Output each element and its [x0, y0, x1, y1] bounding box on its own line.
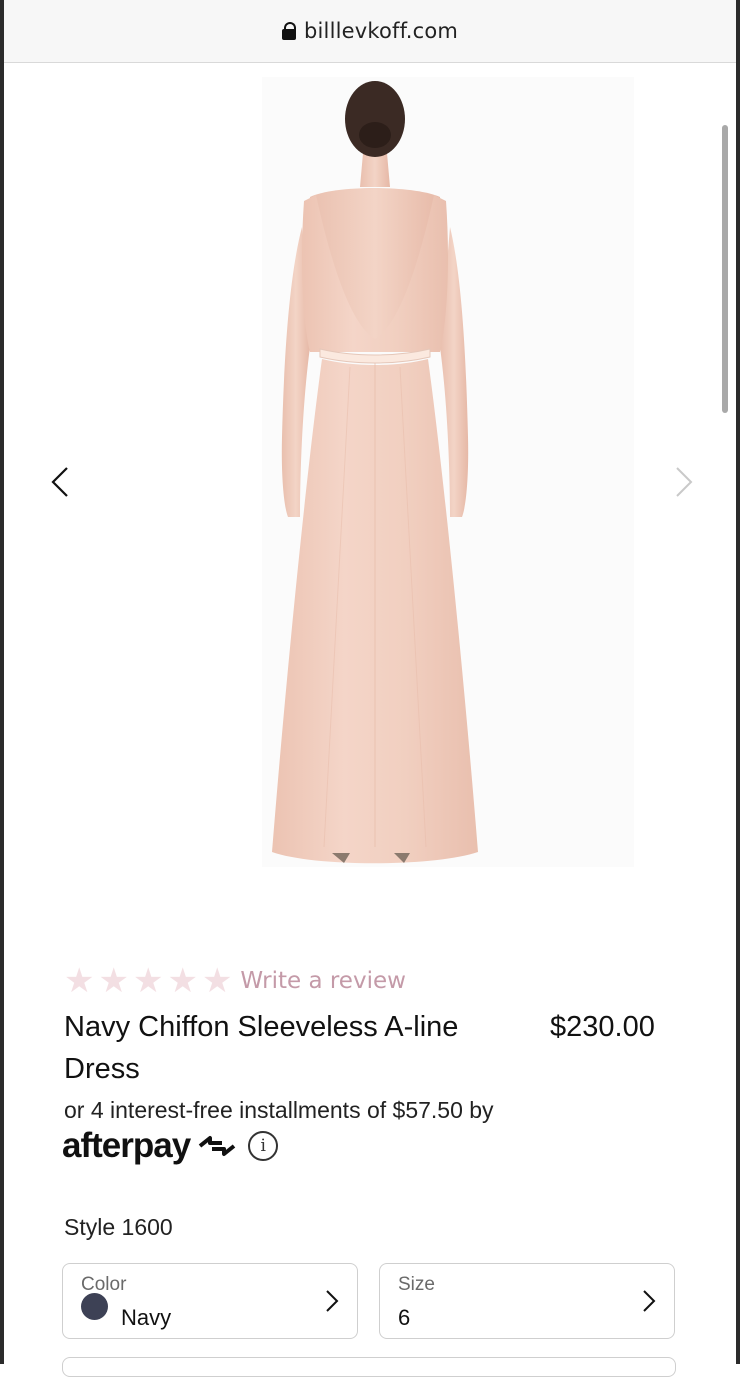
product-title: Navy Chiffon Sleeveless A-line Dress	[64, 1011, 459, 1085]
product-image-gallery	[4, 62, 736, 922]
address-bar[interactable]: billlevkoff.com	[4, 0, 736, 63]
device-frame-right	[736, 0, 740, 1364]
next-image-button[interactable]	[664, 462, 704, 502]
chevron-left-icon	[51, 467, 68, 497]
product-header: Navy Chiffon Sleeveless A-line Dress $23…	[64, 1006, 684, 1090]
star-icon: ★	[201, 961, 233, 1001]
color-label: Color	[81, 1274, 127, 1295]
product-image	[272, 81, 478, 864]
afterpay-logo: afterpay	[62, 1126, 191, 1165]
color-selector[interactable]: Color Navy	[62, 1263, 358, 1339]
star-icon: ★	[132, 961, 164, 1001]
rating-row: ★ ★ ★ ★ ★ Write a review	[64, 962, 406, 1000]
product-price: $230.00	[550, 1011, 655, 1043]
color-value: Navy	[121, 1305, 172, 1330]
chevron-right-icon	[326, 1290, 339, 1312]
afterpay-row: afterpay i	[62, 1126, 279, 1166]
quantity-selector[interactable]	[62, 1357, 676, 1377]
star-icon: ★	[167, 961, 198, 1001]
write-review-link[interactable]: Write a review	[240, 968, 406, 994]
previous-image-button[interactable]	[40, 462, 80, 502]
url-text: billlevkoff.com	[303, 19, 459, 43]
color-swatch	[81, 1293, 108, 1320]
installments-text: or 4 interest-free installments of $57.5…	[64, 1097, 494, 1123]
info-icon[interactable]: i	[248, 1131, 279, 1161]
rating-stars[interactable]: ★ ★ ★ ★ ★	[64, 962, 232, 1000]
size-selector[interactable]: Size 6	[379, 1263, 675, 1339]
star-icon: ★	[98, 961, 129, 1001]
style-number: Style 1600	[64, 1214, 173, 1240]
chevron-right-icon	[676, 467, 693, 497]
lock-icon	[281, 22, 296, 40]
size-value: 6	[398, 1305, 411, 1330]
afterpay-arrows-icon	[198, 1136, 236, 1156]
size-label: Size	[398, 1274, 435, 1295]
chevron-right-icon	[643, 1290, 656, 1312]
star-icon: ★	[64, 961, 95, 1001]
